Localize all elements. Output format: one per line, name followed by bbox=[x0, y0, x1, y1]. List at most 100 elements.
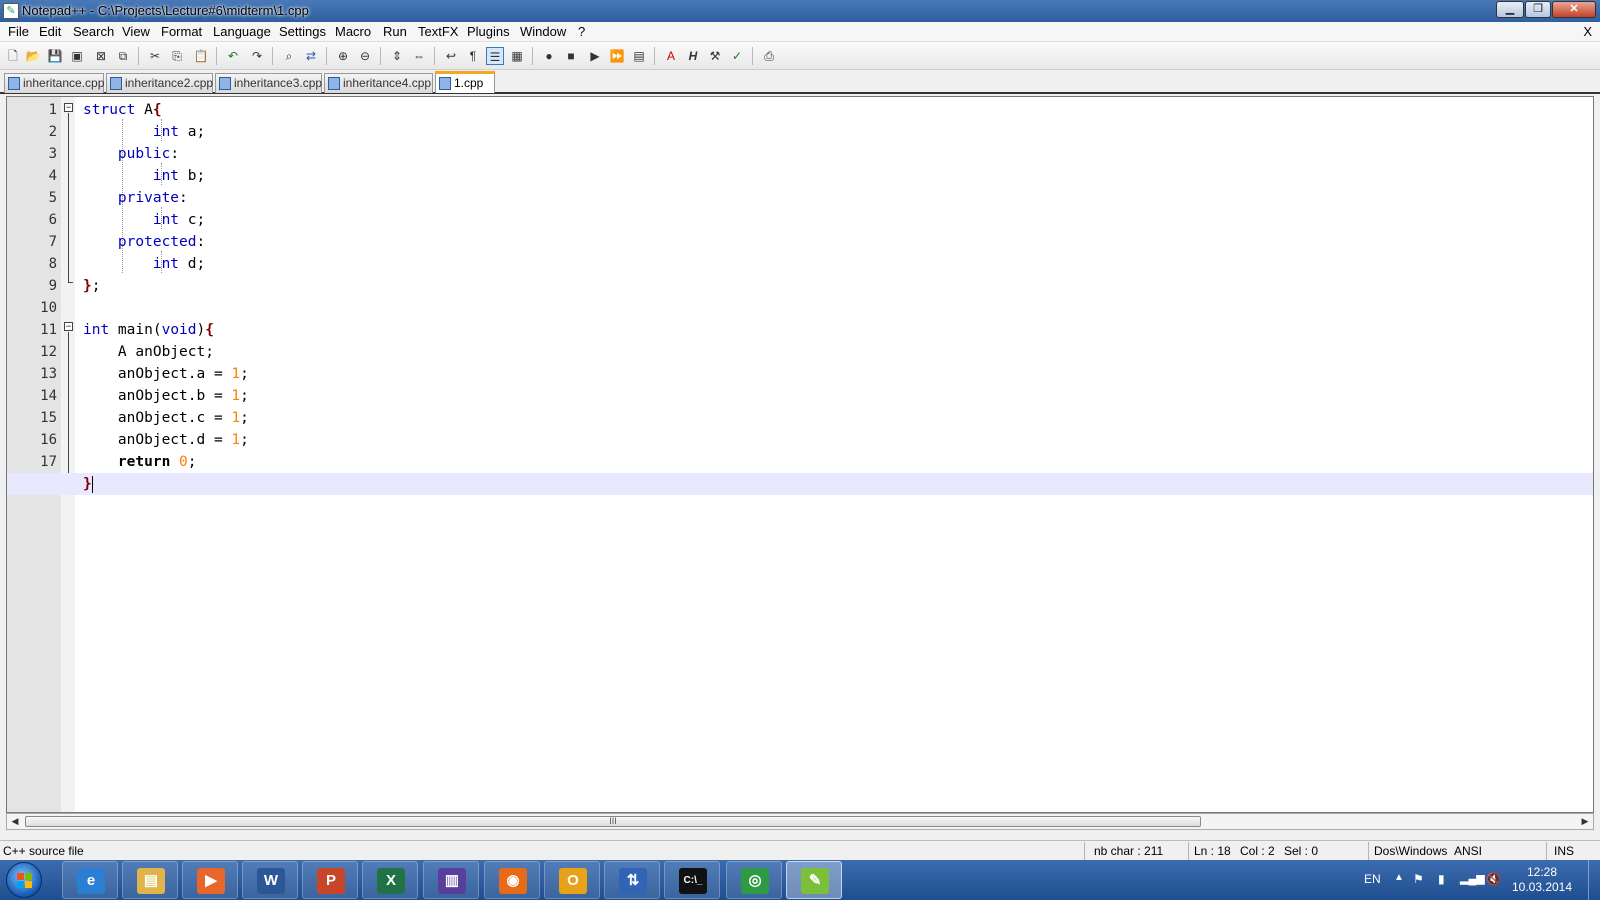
code-editor[interactable]: 123456789101112131415161718 − − struct A… bbox=[6, 96, 1594, 813]
save-icon[interactable]: 💾 bbox=[46, 47, 64, 65]
code-line[interactable]: int main(void){ bbox=[75, 319, 1593, 341]
play-macro-icon[interactable]: ▶ bbox=[586, 47, 604, 65]
menu-window[interactable]: Window bbox=[520, 24, 566, 39]
code-area[interactable]: struct A{ int a; public: int b; private:… bbox=[7, 97, 1593, 812]
code-line[interactable]: public: bbox=[75, 143, 1593, 165]
menu-macro[interactable]: Macro bbox=[335, 24, 371, 39]
horizontal-scrollbar[interactable]: ◀ III ▶ bbox=[6, 813, 1594, 830]
menu-edit[interactable]: Edit bbox=[39, 24, 61, 39]
tab-inheritance4[interactable]: inheritance4.cpp bbox=[324, 73, 433, 93]
replace-icon[interactable]: ⇄ bbox=[302, 47, 320, 65]
code-line[interactable]: return 0; bbox=[75, 451, 1593, 473]
cut-icon[interactable]: ✂ bbox=[146, 47, 164, 65]
menu-view[interactable]: View bbox=[122, 24, 150, 39]
code-line[interactable]: struct A{ bbox=[75, 99, 1593, 121]
spellcheck-icon[interactable]: ✓ bbox=[728, 47, 746, 65]
code-line[interactable]: anObject.a = 1; bbox=[75, 363, 1593, 385]
new-file-icon[interactable]: 🗋 bbox=[4, 47, 22, 65]
taskbar-excel[interactable]: X bbox=[362, 861, 418, 899]
menu-help[interactable]: ? bbox=[578, 24, 585, 39]
taskbar-internet-explorer[interactable]: e bbox=[62, 861, 118, 899]
menu-run[interactable]: Run bbox=[383, 24, 407, 39]
show-desktop-button[interactable] bbox=[1588, 860, 1600, 900]
sync-vertical-icon[interactable]: ⇕ bbox=[388, 47, 406, 65]
close-icon[interactable]: ⊠ bbox=[92, 47, 110, 65]
taskbar-powerpoint[interactable]: P bbox=[302, 861, 358, 899]
taskbar-chrome[interactable]: ◎ bbox=[726, 861, 782, 899]
zoom-out-icon[interactable]: ⊖ bbox=[356, 47, 374, 65]
taskbar-visual-studio[interactable]: ▥ bbox=[423, 861, 479, 899]
battery-icon[interactable]: ▮ bbox=[1438, 872, 1445, 886]
system-clock[interactable]: 12:28 10.03.2014 bbox=[1510, 865, 1574, 895]
menu-language[interactable]: Language bbox=[213, 24, 271, 39]
scroll-left-arrow-icon[interactable]: ◀ bbox=[8, 814, 22, 829]
tab-1-cpp[interactable]: 1.cpp bbox=[435, 71, 495, 93]
indent-guide-icon[interactable]: ☰ bbox=[486, 47, 504, 65]
taskbar-outlook[interactable]: O bbox=[544, 861, 600, 899]
run-macro-multiple-icon[interactable]: ⏩ bbox=[608, 47, 626, 65]
record-macro-icon[interactable]: ● bbox=[540, 47, 558, 65]
tab-inheritance[interactable]: inheritance.cpp bbox=[4, 73, 104, 93]
close-button[interactable]: ✕ bbox=[1552, 1, 1596, 18]
code-line[interactable]: int c; bbox=[75, 209, 1593, 231]
print-icon[interactable]: ⎙ bbox=[760, 47, 778, 65]
code-line[interactable]: anObject.d = 1; bbox=[75, 429, 1593, 451]
taskbar-firefox[interactable]: ◉ bbox=[484, 861, 540, 899]
html-tag-icon[interactable]: H bbox=[684, 47, 702, 65]
save-all-icon[interactable]: ▣ bbox=[68, 47, 86, 65]
menu-textfx[interactable]: TextFX bbox=[418, 24, 458, 39]
menu-file[interactable]: File bbox=[8, 24, 29, 39]
word-wrap-icon[interactable]: ↩ bbox=[442, 47, 460, 65]
close-all-icon[interactable]: ⧉ bbox=[114, 47, 132, 65]
scroll-right-arrow-icon[interactable]: ▶ bbox=[1578, 814, 1592, 829]
save-macro-icon[interactable]: ▤ bbox=[630, 47, 648, 65]
taskbar-notepad-plus-plus[interactable]: ✎ bbox=[786, 861, 842, 899]
taskbar-media-player[interactable]: ▶ bbox=[182, 861, 238, 899]
copy-icon[interactable]: ⎘ bbox=[168, 47, 186, 65]
code-line[interactable]: } bbox=[7, 473, 1593, 495]
code-line[interactable] bbox=[75, 297, 1593, 319]
menu-settings[interactable]: Settings bbox=[279, 24, 326, 39]
undo-icon[interactable]: ↶ bbox=[224, 47, 242, 65]
language-indicator[interactable]: EN bbox=[1364, 872, 1381, 886]
redo-icon[interactable]: ↷ bbox=[248, 47, 266, 65]
code-line[interactable]: }; bbox=[75, 275, 1593, 297]
code-line[interactable]: anObject.b = 1; bbox=[75, 385, 1593, 407]
start-button[interactable] bbox=[6, 862, 42, 898]
open-file-icon[interactable]: 📂 bbox=[24, 47, 42, 65]
minimize-button[interactable]: ▁ bbox=[1496, 1, 1524, 18]
code-line[interactable]: int a; bbox=[75, 121, 1593, 143]
action-center-flag-icon[interactable]: ⚑ bbox=[1413, 872, 1424, 886]
menu-search[interactable]: Search bbox=[73, 24, 114, 39]
code-line[interactable]: A anObject; bbox=[75, 341, 1593, 363]
zoom-in-icon[interactable]: ⊕ bbox=[334, 47, 352, 65]
taskbar-file-explorer[interactable]: ▤ bbox=[122, 861, 178, 899]
scrollbar-thumb[interactable]: III bbox=[25, 816, 1201, 827]
fold-toggle-struct[interactable]: − bbox=[64, 103, 73, 112]
sync-horizontal-icon[interactable]: ⇔ bbox=[410, 47, 428, 65]
fold-margin[interactable]: − − bbox=[61, 97, 75, 812]
code-line[interactable]: int b; bbox=[75, 165, 1593, 187]
code-line[interactable]: anObject.c = 1; bbox=[75, 407, 1593, 429]
volume-muted-icon[interactable]: 🔇 bbox=[1486, 872, 1501, 886]
restore-button[interactable]: ❐ bbox=[1525, 1, 1551, 18]
find-icon[interactable]: ⌕ bbox=[280, 47, 298, 65]
acrobat-icon[interactable]: A bbox=[662, 47, 680, 65]
taskbar-word[interactable]: W bbox=[242, 861, 298, 899]
code-line[interactable]: private: bbox=[75, 187, 1593, 209]
stop-macro-icon[interactable]: ■ bbox=[562, 47, 580, 65]
code-line[interactable]: int d; bbox=[75, 253, 1593, 275]
paste-icon[interactable]: 📋 bbox=[192, 47, 210, 65]
menu-format[interactable]: Format bbox=[161, 24, 202, 39]
tools-icon[interactable]: ⚒ bbox=[706, 47, 724, 65]
taskbar-remote-tool[interactable]: ⇅ bbox=[604, 861, 660, 899]
taskbar-command-prompt[interactable]: C:\_ bbox=[664, 861, 720, 899]
menu-plugins[interactable]: Plugins bbox=[467, 24, 510, 39]
user-lang-icon[interactable]: ▦ bbox=[508, 47, 526, 65]
code-line[interactable]: protected: bbox=[75, 231, 1593, 253]
tab-inheritance3[interactable]: inheritance3.cpp bbox=[215, 73, 322, 93]
tab-inheritance2[interactable]: inheritance2.cpp bbox=[106, 73, 213, 93]
show-all-chars-icon[interactable]: ¶ bbox=[464, 47, 482, 65]
fold-toggle-main[interactable]: − bbox=[64, 322, 73, 331]
show-hidden-icons-icon[interactable]: ▲ bbox=[1394, 872, 1404, 883]
